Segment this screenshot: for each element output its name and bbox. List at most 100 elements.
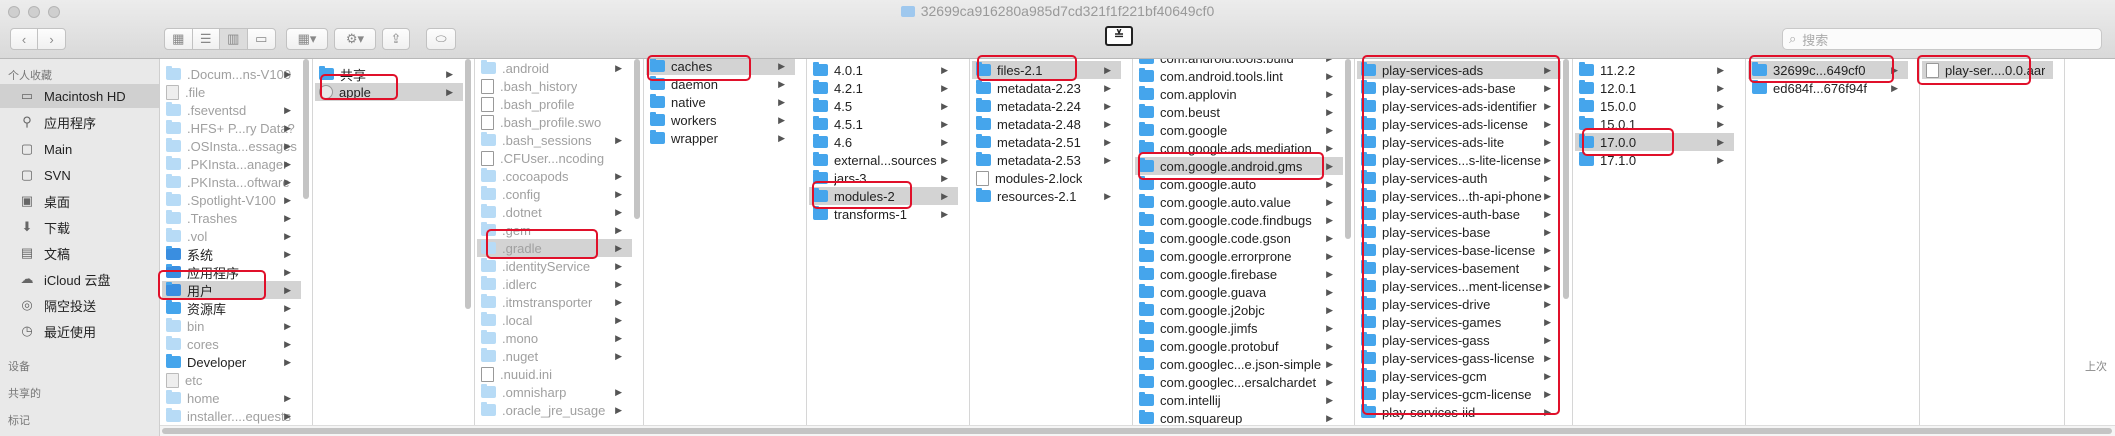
list-item[interactable]: play-services-gass-license ▶ <box>1357 349 1561 367</box>
list-item[interactable]: .config ▶ <box>477 185 632 203</box>
tags-button[interactable]: ⬭ <box>426 28 456 50</box>
sidebar-item[interactable]: ⚲ 应用程序 <box>0 110 159 134</box>
list-item[interactable]: play-services-auth-base ▶ <box>1357 205 1561 223</box>
list-item[interactable]: com.google.firebase ▶ <box>1135 265 1343 283</box>
list-item[interactable]: 系统 ▶ <box>162 245 301 263</box>
list-item[interactable]: .dotnet ▶ <box>477 203 632 221</box>
list-item[interactable]: 4.2.1 ▶ <box>809 79 958 97</box>
list-item[interactable]: com.google.auto ▶ <box>1135 175 1343 193</box>
list-item[interactable]: 用户 ▶ <box>162 281 301 299</box>
sidebar-item[interactable]: ▭ Macintosh HD <box>0 84 159 108</box>
list-item[interactable]: 4.0.1 ▶ <box>809 61 958 79</box>
list-item[interactable]: files-2.1 ▶ <box>972 61 1121 79</box>
back-button[interactable]: ‹ <box>11 29 39 49</box>
list-item[interactable]: .Docum...ns-V100 ▶ <box>162 65 301 83</box>
list-item[interactable]: play-ser....0.0.aar <box>1922 61 2053 79</box>
list-item[interactable]: .identityService ▶ <box>477 257 632 275</box>
list-item[interactable]: 11.2.2 ▶ <box>1575 61 1734 79</box>
list-item[interactable]: com.beust ▶ <box>1135 103 1343 121</box>
list-item[interactable]: play-services-drive ▶ <box>1357 295 1561 313</box>
list-item[interactable]: com.googlec...ersalchardet ▶ <box>1135 373 1343 391</box>
list-item[interactable]: modules-2 ▶ <box>809 187 958 205</box>
list-item[interactable]: com.google ▶ <box>1135 121 1343 139</box>
list-item[interactable]: 17.0.0 ▶ <box>1575 133 1734 151</box>
list-item[interactable]: play-services-ads-identifier ▶ <box>1357 97 1561 115</box>
list-item[interactable]: play-services-ads-license ▶ <box>1357 115 1561 133</box>
list-item[interactable]: 15.0.1 ▶ <box>1575 115 1734 133</box>
list-item[interactable]: play-services-gass ▶ <box>1357 331 1561 349</box>
list-item[interactable]: .vol ▶ <box>162 227 301 245</box>
vertical-scrollbar[interactable] <box>303 59 309 425</box>
list-item[interactable]: 共享 ▶ <box>315 65 463 83</box>
list-item[interactable]: home ▶ <box>162 389 301 407</box>
list-view-button[interactable]: ☰ <box>193 29 220 49</box>
vertical-scroll-thumb[interactable] <box>1563 59 1569 299</box>
list-item[interactable]: .Trashes ▶ <box>162 209 301 227</box>
list-item[interactable]: com.google.j2objc ▶ <box>1135 301 1343 319</box>
list-item[interactable]: installer....equests ▶ <box>162 407 301 425</box>
list-item[interactable]: com.google.errorprone ▶ <box>1135 247 1343 265</box>
list-item[interactable]: play-services-iid ▶ <box>1357 403 1561 421</box>
list-item[interactable]: .HFS+ P...ry Data? ▶ <box>162 119 301 137</box>
list-item[interactable]: daemon ▶ <box>646 75 795 93</box>
list-item[interactable]: .CFUser...ncoding <box>477 149 632 167</box>
list-item[interactable]: .fseventsd ▶ <box>162 101 301 119</box>
list-item[interactable]: play-services-basement ▶ <box>1357 259 1561 277</box>
share-button[interactable]: ⇪ <box>382 28 410 50</box>
list-item[interactable]: 资源库 ▶ <box>162 299 301 317</box>
vertical-scroll-thumb[interactable] <box>303 59 309 199</box>
list-item[interactable]: 12.0.1 ▶ <box>1575 79 1734 97</box>
vertical-scroll-thumb[interactable] <box>1345 59 1351 239</box>
list-item[interactable]: .gem ▶ <box>477 221 632 239</box>
vertical-scrollbar[interactable] <box>465 59 471 425</box>
list-item[interactable]: resources-2.1 ▶ <box>972 187 1121 205</box>
list-item[interactable]: play-services-ads ▶ <box>1357 61 1561 79</box>
list-item[interactable]: .bash_history <box>477 77 632 95</box>
list-item[interactable]: .oracle_jre_usage ▶ <box>477 401 632 419</box>
sidebar-item[interactable]: ▢ SVN <box>0 163 159 187</box>
list-item[interactable]: com.google.ads.mediation ▶ <box>1135 139 1343 157</box>
list-item[interactable]: .nuuid.ini <box>477 365 632 383</box>
sidebar-item[interactable]: ▢ Main <box>0 137 159 161</box>
list-item[interactable]: .itmstransporter ▶ <box>477 293 632 311</box>
list-item[interactable]: apple ▶ <box>315 83 463 101</box>
list-item[interactable]: play-services-gcm-license ▶ <box>1357 385 1561 403</box>
list-item[interactable]: metadata-2.48 ▶ <box>972 115 1121 133</box>
gallery-view-button[interactable]: ▭ <box>248 29 275 49</box>
list-item[interactable]: play-services...th-api-phone ▶ <box>1357 187 1561 205</box>
vertical-scroll-thumb[interactable] <box>634 59 640 219</box>
list-item[interactable]: play-services-auth ▶ <box>1357 169 1561 187</box>
list-item[interactable]: Developer ▶ <box>162 353 301 371</box>
sidebar-item[interactable]: ⬇ 下载 <box>0 215 159 239</box>
column-view-button[interactable]: ▥ <box>220 29 248 49</box>
icon-view-button[interactable]: ▦ <box>165 29 193 49</box>
list-item[interactable]: .idlerc ▶ <box>477 275 632 293</box>
list-item[interactable]: ed684f...676f94f ▶ <box>1748 79 1908 97</box>
list-item[interactable]: com.applovin ▶ <box>1135 85 1343 103</box>
list-item[interactable]: 17.1.0 ▶ <box>1575 151 1734 169</box>
list-item[interactable]: play-services-base-license ▶ <box>1357 241 1561 259</box>
list-item[interactable]: com.google.android.gms ▶ <box>1135 157 1343 175</box>
list-item[interactable]: modules-2.lock <box>972 169 1121 187</box>
sidebar-item[interactable]: ▣ 桌面 <box>0 189 159 213</box>
action-gear-button[interactable]: ⚙▾ <box>334 28 376 50</box>
list-item[interactable]: play-services-gcm ▶ <box>1357 367 1561 385</box>
list-item[interactable]: .OSInsta...essages ▶ <box>162 137 301 155</box>
list-item[interactable]: transforms-1 ▶ <box>809 205 958 223</box>
list-item[interactable]: jars-3 ▶ <box>809 169 958 187</box>
vertical-scroll-thumb[interactable] <box>465 59 471 309</box>
list-item[interactable]: workers ▶ <box>646 111 795 129</box>
sidebar-item[interactable]: ◷ 最近使用 <box>0 319 159 343</box>
list-item[interactable]: .android ▶ <box>477 59 632 77</box>
list-item[interactable]: com.google.auto.value ▶ <box>1135 193 1343 211</box>
list-item[interactable]: metadata-2.53 ▶ <box>972 151 1121 169</box>
list-item[interactable]: .nuget ▶ <box>477 347 632 365</box>
search-field[interactable]: ⌕ 搜索 <box>1782 28 2102 50</box>
list-item[interactable]: wrapper ▶ <box>646 129 795 147</box>
list-item[interactable]: com.googlec...e.json-simple ▶ <box>1135 355 1343 373</box>
list-item[interactable]: com.google.guava ▶ <box>1135 283 1343 301</box>
list-item[interactable]: .cocoapods ▶ <box>477 167 632 185</box>
list-item[interactable]: .gradle ▶ <box>477 239 632 257</box>
list-item[interactable]: metadata-2.24 ▶ <box>972 97 1121 115</box>
list-item[interactable]: play-services-base ▶ <box>1357 223 1561 241</box>
